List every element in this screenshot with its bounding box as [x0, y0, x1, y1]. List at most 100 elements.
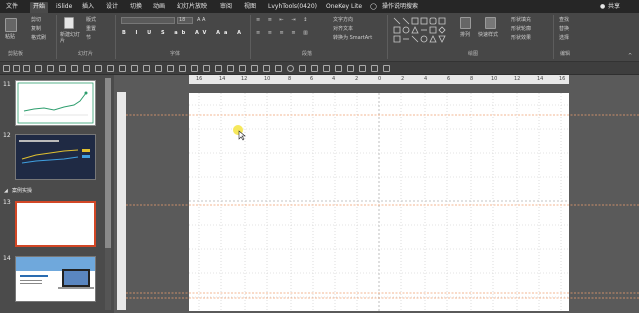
- tool-icon[interactable]: [275, 65, 282, 72]
- list-buttons[interactable]: ≡ ≡ ⇤ ⇥ ↕: [256, 17, 310, 23]
- slide-thumbnail-13-selected[interactable]: [15, 201, 96, 247]
- replace-button[interactable]: 替换: [559, 26, 569, 32]
- copy-button[interactable]: 复制: [24, 26, 41, 32]
- section-collapse-icon[interactable]: ◢: [4, 188, 8, 194]
- font-grow-icon[interactable]: A A: [197, 17, 205, 23]
- tool-icon[interactable]: [119, 65, 126, 72]
- slide-number: 12: [3, 132, 11, 139]
- tab-review[interactable]: 审阅: [220, 2, 232, 13]
- tab-animations[interactable]: 动画: [153, 2, 165, 13]
- share-button[interactable]: 共享: [608, 2, 620, 13]
- undo-icon[interactable]: [13, 65, 20, 72]
- arrange-icon[interactable]: [460, 17, 471, 29]
- align-buttons[interactable]: ≡ ≡ ≡ ≡ ▥: [256, 30, 311, 36]
- tool-icon[interactable]: [179, 65, 186, 72]
- reset-button[interactable]: 重置: [86, 26, 96, 32]
- tool-icon[interactable]: [107, 65, 114, 72]
- tab-transitions[interactable]: 切换: [130, 2, 142, 13]
- select-button[interactable]: 选择: [559, 35, 569, 41]
- tab-islide[interactable]: iSlide: [56, 2, 72, 13]
- quick-access-toolbar: [0, 62, 639, 75]
- tool-icon[interactable]: [143, 65, 150, 72]
- quick-styles-icon[interactable]: [485, 17, 496, 29]
- tool-icon[interactable]: [59, 65, 66, 72]
- font-format-buttons[interactable]: B I U S ab AV Aa A: [122, 30, 245, 36]
- thumbnail-scrollbar[interactable]: [104, 78, 112, 310]
- slide-thumbnail-11[interactable]: [15, 80, 96, 126]
- photo-thumbnail: [16, 257, 95, 289]
- tool-icon[interactable]: [299, 65, 306, 72]
- tool-icon[interactable]: [371, 65, 378, 72]
- shape-outline-button[interactable]: 形状轮廓: [511, 26, 531, 32]
- tool-icon[interactable]: [335, 65, 342, 72]
- font-size-combo[interactable]: 18: [177, 17, 193, 24]
- shape-effects-button[interactable]: 形状效果: [511, 35, 531, 41]
- tool-icon[interactable]: [263, 65, 270, 72]
- tab-view[interactable]: 视图: [244, 2, 256, 13]
- tell-me-search[interactable]: 操作说明搜索: [382, 2, 418, 13]
- vertical-ruler: [117, 92, 126, 310]
- group-clipboard-label: 剪贴板: [8, 51, 24, 57]
- tab-file[interactable]: 文件: [6, 2, 18, 13]
- tool-icon[interactable]: [95, 65, 102, 72]
- align-text-button[interactable]: 对齐文本: [333, 26, 353, 32]
- redo-icon[interactable]: [23, 65, 30, 72]
- tool-icon[interactable]: [383, 65, 390, 72]
- new-slide-button[interactable]: 新建幻灯片: [60, 32, 82, 44]
- save-icon[interactable]: [3, 65, 10, 72]
- tool-icon[interactable]: [35, 65, 42, 72]
- paste-button[interactable]: 粘贴: [5, 34, 15, 40]
- tool-icon[interactable]: [83, 65, 90, 72]
- cut-button[interactable]: 剪切: [24, 17, 41, 23]
- slide-thumbnail-14[interactable]: [15, 256, 96, 302]
- group-slides-label: 幻灯片: [78, 51, 94, 57]
- circle-icon[interactable]: [287, 65, 294, 72]
- section-button[interactable]: 节: [86, 35, 91, 41]
- tool-icon[interactable]: [239, 65, 246, 72]
- ribbon-separator: [115, 15, 116, 59]
- tool-icon[interactable]: [167, 65, 174, 72]
- shapes-gallery[interactable]: [392, 16, 452, 44]
- tool-icon[interactable]: [323, 65, 330, 72]
- shape-fill-button[interactable]: 形状填充: [511, 17, 531, 23]
- tool-icon[interactable]: [155, 65, 162, 72]
- tool-icon[interactable]: [203, 65, 210, 72]
- text-direction-button[interactable]: 文字方向: [333, 17, 353, 23]
- format-painter-button[interactable]: 格式刷: [24, 35, 46, 41]
- slide-number: 14: [3, 255, 11, 262]
- collapse-ribbon-icon[interactable]: ^: [628, 53, 632, 59]
- layout-button[interactable]: 版式: [86, 17, 96, 23]
- tab-home[interactable]: 开始: [30, 2, 49, 13]
- ribbon-tab-bar: 文件 开始 iSlide 插入 设计 切换 动画 幻灯片放映 审阅 视图 Lvy…: [0, 0, 639, 13]
- arrange-button[interactable]: 排列: [460, 32, 470, 38]
- tool-icon[interactable]: [227, 65, 234, 72]
- slide-thumbnail-pane: 11 12 ◢ 案例实操 13 14: [0, 75, 114, 313]
- quick-styles-button[interactable]: 快速样式: [478, 32, 498, 38]
- section-label[interactable]: 案例实操: [12, 188, 32, 194]
- ribbon-separator: [387, 15, 388, 59]
- tab-slideshow[interactable]: 幻灯片放映: [177, 2, 207, 13]
- tool-icon[interactable]: [215, 65, 222, 72]
- tab-lvyhtools[interactable]: LvyhTools(0420): [268, 2, 317, 13]
- scrollbar-thumb[interactable]: [105, 78, 111, 248]
- chart-thumbnail: [19, 140, 90, 164]
- tool-icon[interactable]: [251, 65, 258, 72]
- tool-icon[interactable]: [311, 65, 318, 72]
- tool-icon[interactable]: [359, 65, 366, 72]
- slide-thumbnail-12[interactable]: [15, 134, 96, 180]
- tool-icon[interactable]: [347, 65, 354, 72]
- smartart-button[interactable]: 转换为 SmartArt: [333, 35, 372, 41]
- tab-design[interactable]: 设计: [106, 2, 118, 13]
- tool-icon[interactable]: [47, 65, 54, 72]
- tab-onekey[interactable]: OneKey Lite: [326, 2, 362, 13]
- tool-icon[interactable]: [71, 65, 78, 72]
- tool-icon[interactable]: [131, 65, 138, 72]
- share-icon: ●: [600, 3, 606, 10]
- new-slide-icon[interactable]: [64, 17, 74, 29]
- tool-icon[interactable]: [191, 65, 198, 72]
- font-name-combo[interactable]: [121, 17, 175, 24]
- paste-icon[interactable]: [5, 18, 17, 32]
- tab-insert[interactable]: 插入: [82, 2, 94, 13]
- find-button[interactable]: 查找: [559, 17, 569, 23]
- group-font-label: 字体: [170, 51, 181, 57]
